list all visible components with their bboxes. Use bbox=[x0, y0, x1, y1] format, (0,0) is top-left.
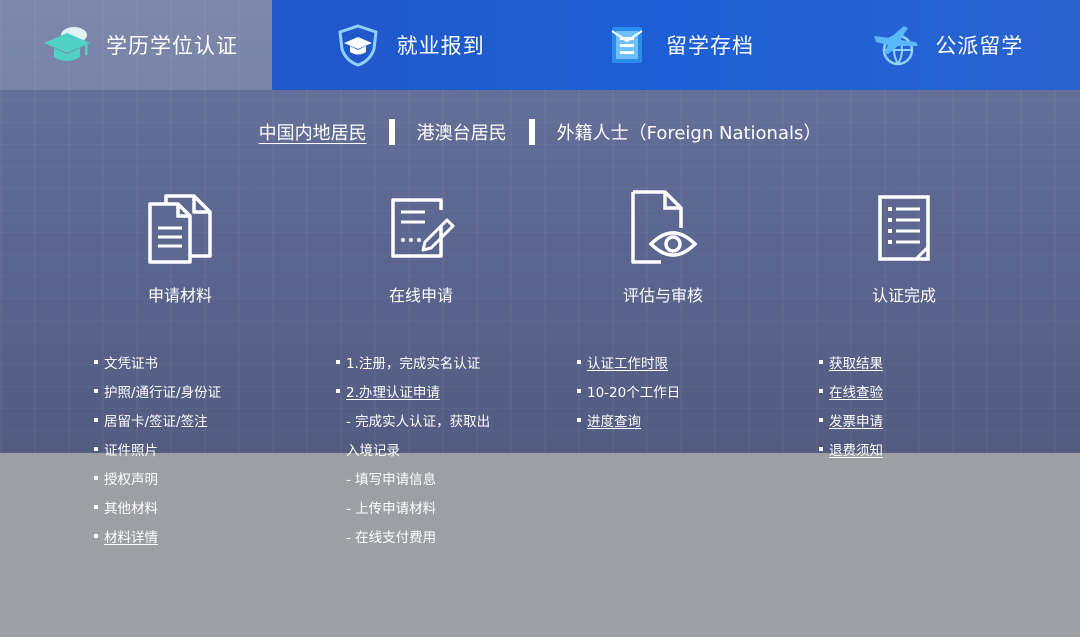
region-divider bbox=[528, 119, 535, 145]
top-tab-bar: 学历学位认证 就业报到 留学存档 公派留学 bbox=[0, 0, 1080, 90]
list-item: 居留卡/签证/签注 bbox=[94, 408, 221, 437]
review-list: 认证工作时限 10-20个工作日 进度查询 bbox=[577, 350, 680, 437]
checklist-icon bbox=[804, 185, 1004, 270]
step-certification-complete: 认证完成 bbox=[804, 185, 1004, 306]
region-option-mainland[interactable]: 中国内地居民 bbox=[259, 119, 367, 145]
invoice-application-link[interactable]: 发票申请 bbox=[819, 408, 883, 437]
tab-group: 就业报到 留学存档 公派留学 bbox=[272, 0, 1080, 90]
documents-icon bbox=[80, 185, 280, 270]
archive-folder-icon bbox=[598, 20, 656, 70]
tab-label: 学历学位认证 bbox=[106, 34, 238, 58]
tab-label: 公派留学 bbox=[935, 34, 1024, 58]
step-evaluation-review: 评估与审核 bbox=[563, 185, 763, 306]
review-eye-icon bbox=[563, 185, 763, 270]
list-item: - 完成实人认证，获取出 bbox=[346, 414, 491, 430]
list-item: 护照/通行证/身份证 bbox=[94, 379, 221, 408]
progress-query-link[interactable]: 进度查询 bbox=[577, 408, 680, 437]
region-option-hk-macao-taiwan[interactable]: 港澳台居民 bbox=[417, 119, 507, 145]
get-result-link[interactable]: 获取结果 bbox=[819, 350, 883, 379]
list-item: 文凭证书 bbox=[94, 350, 221, 379]
step-title: 评估与审核 bbox=[622, 286, 703, 305]
tab-government-sponsored[interactable]: 公派留学 bbox=[811, 0, 1080, 90]
edit-form-icon bbox=[321, 185, 521, 270]
list-item: 授权声明 bbox=[94, 466, 221, 495]
materials-list: 文凭证书 护照/通行证/身份证 居留卡/签证/签注 证件照片 授权声明 其他材料… bbox=[94, 350, 221, 553]
list-item: 其他材料 bbox=[94, 495, 221, 524]
list-item: 证件照片 bbox=[94, 437, 221, 466]
material-details-link[interactable]: 材料详情 bbox=[94, 524, 221, 553]
tab-label: 就业报到 bbox=[396, 34, 485, 58]
refund-notice-link[interactable]: 退费须知 bbox=[819, 437, 883, 466]
shield-cap-icon bbox=[329, 20, 387, 70]
region-option-foreign[interactable]: 外籍人士（Foreign Nationals） bbox=[557, 119, 822, 145]
list-item: - 上传申请材料 bbox=[346, 501, 437, 517]
graduation-cap-icon bbox=[38, 20, 96, 70]
step-title: 认证完成 bbox=[871, 286, 936, 305]
page: 学历学位认证 就业报到 留学存档 公派留学 中国内地居民 港澳台居民 外籍人士（… bbox=[0, 0, 1080, 637]
list-item: 入境记录 bbox=[346, 443, 400, 459]
list-item: - 在线支付费用 bbox=[346, 530, 437, 546]
step-title: 在线申请 bbox=[388, 286, 453, 305]
region-divider bbox=[388, 119, 395, 145]
list-item: 1.注册，完成实名认证 bbox=[336, 350, 490, 379]
list-item: - 填写申请信息 bbox=[346, 472, 437, 488]
online-application-list: 1.注册，完成实名认证 2.办理认证申请 - 完成实人认证，获取出 入境记录 -… bbox=[336, 350, 490, 553]
apply-certification-link[interactable]: 2.办理认证申请 bbox=[336, 379, 490, 408]
tab-employment-report[interactable]: 就业报到 bbox=[272, 0, 541, 90]
online-verification-link[interactable]: 在线查验 bbox=[819, 379, 883, 408]
completion-list: 获取结果 在线查验 发票申请 退费须知 bbox=[819, 350, 883, 466]
step-online-application: 在线申请 bbox=[321, 185, 521, 306]
certification-time-limit-link[interactable]: 认证工作时限 bbox=[577, 350, 680, 379]
tab-study-abroad-archive[interactable]: 留学存档 bbox=[541, 0, 810, 90]
residency-selector: 中国内地居民 港澳台居民 外籍人士（Foreign Nationals） bbox=[0, 114, 1080, 150]
step-title: 申请材料 bbox=[147, 286, 212, 305]
plane-globe-icon bbox=[867, 20, 925, 70]
tab-label: 留学存档 bbox=[665, 34, 754, 58]
tab-degree-certification[interactable]: 学历学位认证 bbox=[0, 0, 272, 90]
list-item: 10-20个工作日 bbox=[577, 379, 680, 408]
step-application-materials: 申请材料 bbox=[80, 185, 280, 306]
